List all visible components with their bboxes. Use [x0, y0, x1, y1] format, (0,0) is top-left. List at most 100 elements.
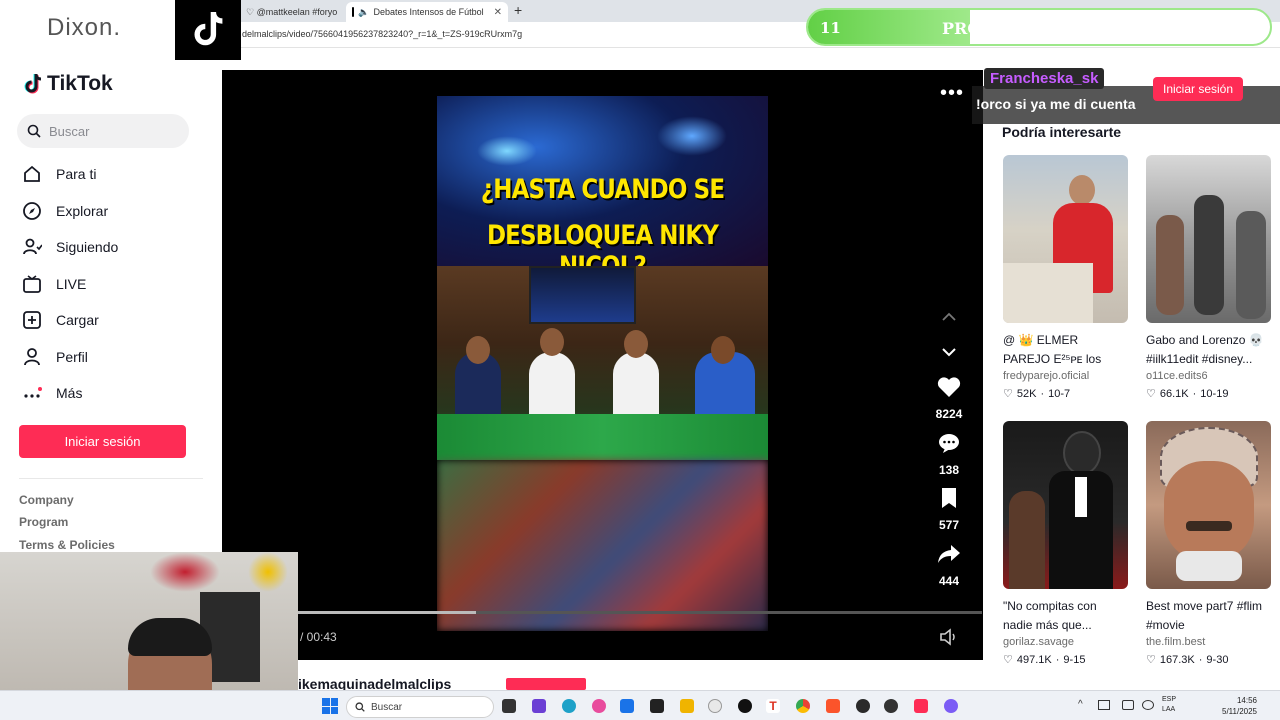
more-options-icon[interactable]: ••• — [940, 82, 964, 105]
video-progress-bar[interactable] — [298, 611, 982, 614]
card-author[interactable]: o11ce.edits6 — [1146, 370, 1271, 382]
app-icon[interactable] — [620, 699, 634, 713]
header-login-button[interactable]: Iniciar sesión — [1153, 77, 1243, 101]
previous-video-icon[interactable] — [941, 310, 957, 328]
folder-icon[interactable] — [680, 699, 694, 713]
app-icon[interactable] — [708, 699, 722, 713]
video-title-line1: ¿HASTA CUANDO SE — [480, 174, 725, 205]
subs-goal-bar: 11 PROXIMO RETO X SUBS 25 — [806, 8, 1272, 46]
recommend-card[interactable]: Best move part7 #flim #movie the.film.be… — [1146, 421, 1271, 666]
tab-label: Debates Intensos de Fútbol — [373, 7, 484, 17]
card-author[interactable]: gorilaz.savage — [1003, 636, 1128, 648]
app-icon[interactable] — [650, 699, 664, 713]
heart-outline-icon: ♡ — [1146, 388, 1156, 400]
bookmark-icon — [942, 488, 956, 508]
search-icon — [27, 124, 41, 138]
tiktok-favicon-icon — [352, 7, 355, 17]
save-button[interactable]: 577 — [929, 487, 969, 532]
nav-item-para-ti[interactable]: Para ti — [22, 162, 96, 186]
tiktok-live-icon[interactable] — [914, 699, 928, 713]
card-description: Gabo and Lorenzo 💀 #iilk11edit #disney..… — [1146, 333, 1264, 366]
goal-target: 25 — [1239, 19, 1260, 37]
nav-item-mas[interactable]: Más — [22, 381, 82, 405]
follow-button[interactable] — [506, 678, 586, 690]
app-icon[interactable] — [592, 699, 606, 713]
card-description: @ 👑 ELMER PAREJO E²⁵ᴘᴇ los hermanos... — [1003, 333, 1102, 366]
share-button[interactable]: 444 — [929, 543, 969, 588]
recommend-card[interactable]: Gabo and Lorenzo 💀 #iilk11edit #disney..… — [1146, 155, 1271, 400]
video-time: / 00:43 — [300, 630, 337, 644]
nav-item-explorar[interactable]: Explorar — [22, 199, 108, 223]
taskbar-search[interactable]: Buscar — [346, 696, 494, 718]
nav-label: Explorar — [56, 203, 109, 219]
close-icon[interactable]: ✕ — [494, 7, 502, 18]
next-video-icon[interactable] — [941, 345, 957, 363]
streamer-brand: Dixon. — [47, 14, 122, 41]
app-icon[interactable] — [502, 699, 516, 713]
browser-tab-2[interactable]: 🔈 Debates Intensos de Fútbol ✕ — [346, 2, 508, 22]
nav-label: Más — [56, 385, 83, 401]
footer-link-program[interactable]: Program — [19, 515, 68, 529]
app-icon[interactable] — [532, 699, 546, 713]
video-thumbnail[interactable] — [1146, 155, 1271, 323]
search-input[interactable]: Buscar — [17, 114, 189, 148]
video-frame[interactable]: ¿HASTA CUANDO SE DESBLOQUEA NIKY NICOL? — [437, 96, 768, 631]
comment-button[interactable]: 138 — [929, 432, 969, 477]
recommend-card[interactable]: "No compitas con nadie más que... gorila… — [1003, 421, 1128, 666]
windows-start-icon[interactable] — [322, 698, 338, 714]
new-tab-icon[interactable]: + — [514, 2, 522, 18]
tiktok-app-icon[interactable] — [738, 699, 752, 713]
nav-item-siguiendo[interactable]: Siguiendo — [22, 235, 118, 259]
card-meta: ♡ 66.1K · 10-19 — [1146, 387, 1271, 401]
card-date: 9-30 — [1206, 653, 1229, 666]
share-icon — [938, 545, 960, 563]
card-author[interactable]: fredyparejo.oficial — [1003, 370, 1128, 382]
logo-text: TikTok — [47, 72, 113, 95]
person — [613, 352, 659, 420]
heart-outline-icon: ♡ — [1003, 654, 1013, 666]
chrome-icon[interactable] — [796, 699, 810, 713]
nav-item-live[interactable]: LIVE — [22, 272, 86, 296]
video-scene — [437, 266, 768, 460]
system-clock[interactable]: 14:56 5/11/2025 — [1222, 695, 1257, 717]
nav-item-perfil[interactable]: Perfil — [22, 345, 88, 369]
footer-link-company[interactable]: Company — [19, 493, 74, 507]
card-date: 10-19 — [1200, 387, 1229, 400]
tiktok-logo[interactable]: TikTok — [23, 72, 113, 96]
taskbar: Buscar T ^ ESP LAA 14:56 5/11/2025 — [0, 690, 1280, 720]
app-icon[interactable] — [856, 699, 870, 713]
like-button[interactable]: 8224 — [929, 376, 969, 421]
home-icon — [22, 164, 42, 184]
brave-icon[interactable] — [826, 699, 840, 713]
card-likes: 497.1K — [1016, 653, 1052, 666]
obs-icon[interactable] — [884, 699, 898, 713]
tray-icon[interactable] — [1098, 700, 1110, 710]
browser-tab-1[interactable]: ♡ @mattkeelan #foryo ✕ — [240, 2, 344, 22]
tray-chevron-icon[interactable]: ^ — [1078, 699, 1083, 710]
card-meta: ♡ 497.1K · 9-15 — [1003, 653, 1128, 667]
blurred-content — [437, 460, 768, 631]
search-icon — [355, 702, 365, 712]
footer-link-terms[interactable]: Terms & Policies — [19, 538, 115, 552]
clock-date: 5/11/2025 — [1222, 707, 1257, 716]
meta-separator: · — [1040, 387, 1045, 400]
tray-icon[interactable] — [1142, 700, 1154, 710]
video-thumbnail[interactable] — [1003, 155, 1128, 323]
nav-item-cargar[interactable]: Cargar — [22, 308, 99, 332]
url-text: delmalclips/video/7566041956237823240?_r… — [242, 29, 523, 39]
text-app-icon[interactable]: T — [766, 699, 780, 713]
volume-icon[interactable] — [939, 628, 959, 651]
card-author[interactable]: the.film.best — [1146, 636, 1271, 648]
login-button[interactable]: Iniciar sesión — [19, 425, 186, 458]
video-thumbnail[interactable] — [1146, 421, 1271, 589]
tray-icon[interactable] — [1122, 700, 1134, 710]
language-line1: ESP — [1162, 696, 1177, 703]
save-count: 577 — [938, 518, 960, 532]
recommend-card[interactable]: @ 👑 ELMER PAREJO E²⁵ᴘᴇ los hermanos... f… — [1003, 155, 1128, 400]
video-thumbnail[interactable] — [1003, 421, 1128, 589]
heart-outline-icon: ♡ — [1003, 388, 1013, 400]
app-icon[interactable] — [944, 699, 958, 713]
edge-icon[interactable] — [562, 699, 576, 713]
language-indicator[interactable]: ESP LAA — [1162, 695, 1176, 715]
compass-icon — [22, 201, 42, 221]
